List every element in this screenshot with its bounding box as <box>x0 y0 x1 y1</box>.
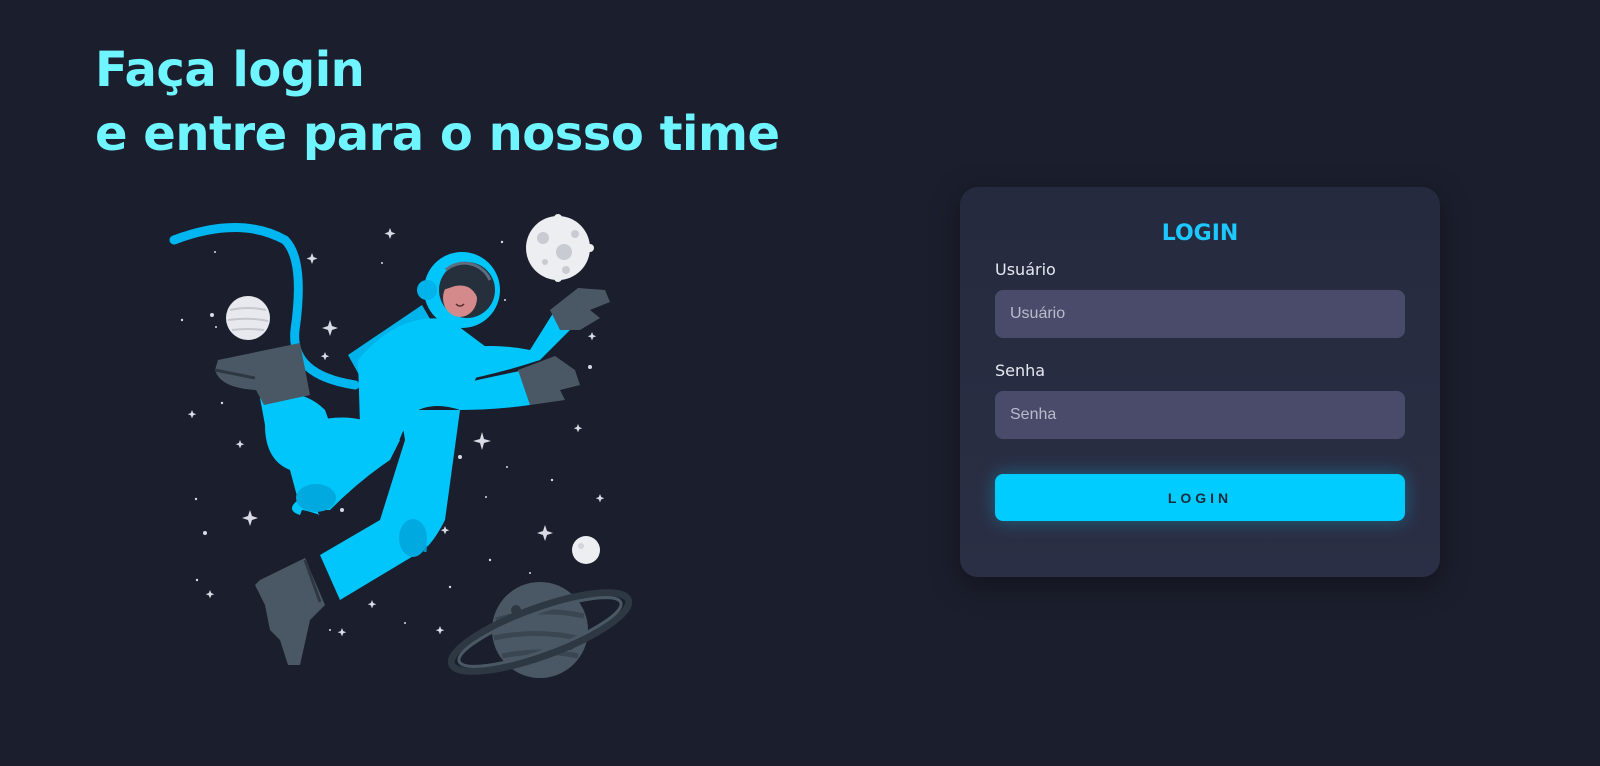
login-button[interactable]: LOGIN <box>995 474 1405 521</box>
username-label: Usuário <box>995 260 1056 279</box>
headline-line-1: Faça login <box>95 42 365 98</box>
login-card: LOGIN Usuário Senha LOGIN <box>960 187 1440 577</box>
password-label: Senha <box>995 361 1046 380</box>
moon-left-icon <box>226 296 270 340</box>
username-input[interactable] <box>995 290 1405 338</box>
astronaut-illustration <box>169 214 633 678</box>
moon-small-icon <box>572 536 600 564</box>
headline-line-2: e entre para o nosso time <box>95 106 780 162</box>
page-headline: Faça login e entre para o nosso time <box>95 38 780 166</box>
saturn-planet-icon <box>447 582 633 678</box>
login-card-title: LOGIN <box>1161 221 1239 246</box>
password-input[interactable] <box>995 391 1405 439</box>
moon-crater-icon <box>526 214 594 282</box>
login-page: Faça login e entre para o nosso time LOG… <box>0 0 1600 766</box>
